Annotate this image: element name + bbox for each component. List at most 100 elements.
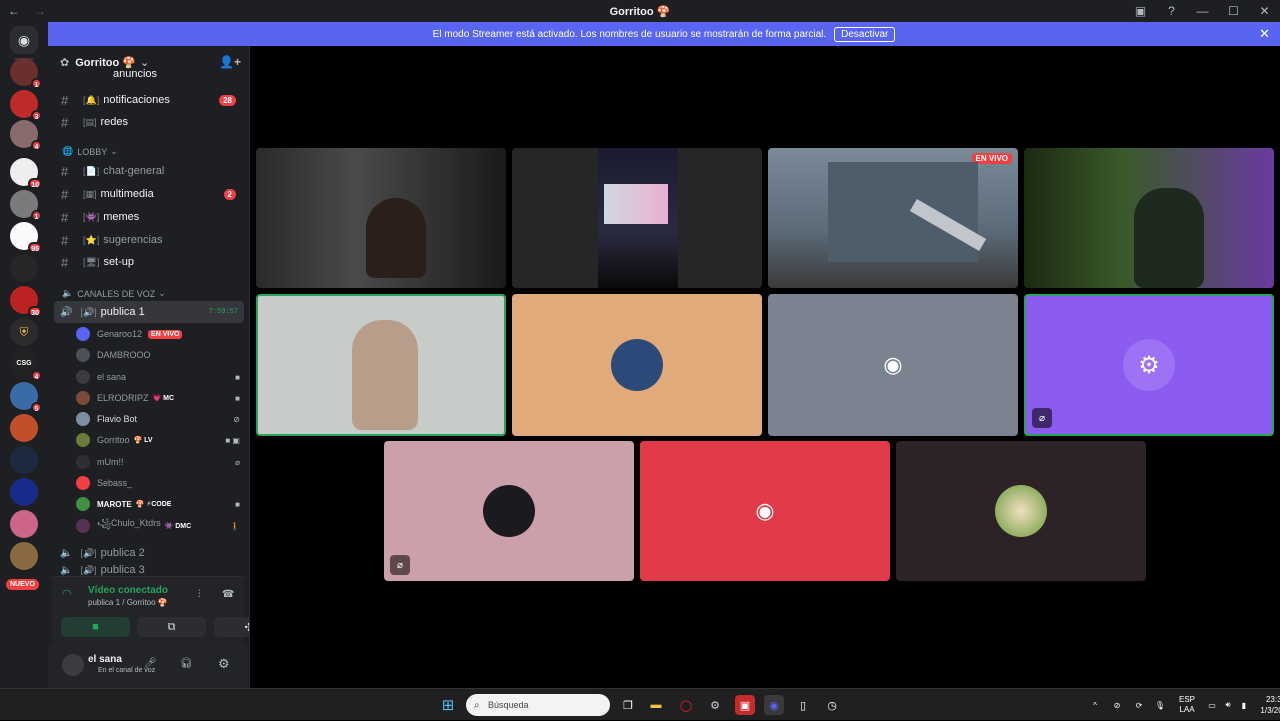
taskbar-search[interactable]: ⌕ Búsqueda: [466, 694, 610, 716]
voice-channel-publica-3[interactable]: 🔈 [🔊] publica 3: [48, 564, 248, 576]
channel-memes[interactable]: # [👾] memes: [48, 206, 248, 228]
avatar: [76, 519, 90, 533]
video-tile[interactable]: [256, 148, 506, 288]
server-icon[interactable]: 95: [10, 222, 42, 253]
task-view-icon[interactable]: ❐: [618, 695, 638, 715]
participant-tile[interactable]: [512, 294, 762, 436]
server-list: ◉ 1 3 4 10 1 95 30 ⛨ CSG 4 5 NUEVO: [0, 22, 48, 688]
voice-member[interactable]: MAROTE 🍄 ⚡CODE ■: [76, 494, 246, 514]
server-boost-icon: ✿: [60, 56, 70, 69]
bell-icon: [🔔]: [83, 94, 100, 105]
windows-start-icon[interactable]: ⊞: [438, 695, 458, 715]
channel-anuncios[interactable]: anuncios: [48, 68, 248, 80]
disable-streamer-button[interactable]: Desactivar: [834, 26, 896, 42]
channel-notificaciones[interactable]: # [🔔] notificaciones 28: [48, 89, 248, 111]
discord-home-icon[interactable]: ◉: [10, 26, 38, 54]
close-banner-icon[interactable]: ✕: [1259, 26, 1270, 42]
participant-tile[interactable]: [896, 441, 1146, 581]
app-icon[interactable]: ◷: [822, 695, 842, 715]
participant-tile[interactable]: ⌀: [384, 441, 634, 581]
category-voice[interactable]: 🔈 CANALES DE VOZ ⌄: [62, 288, 166, 299]
video-tile[interactable]: [256, 294, 506, 436]
mic-tray-icon[interactable]: 🎙︎: [1150, 701, 1170, 710]
voice-member[interactable]: Sebass_: [76, 473, 246, 493]
channel-redes[interactable]: # [▤] redes: [48, 111, 248, 133]
inbox-icon[interactable]: ▣: [1125, 4, 1156, 18]
voice-member[interactable]: ꧁Chulo_Ktdrs 👾 DMC 🚶: [76, 516, 246, 536]
game-app-icon[interactable]: ▣: [735, 695, 755, 715]
channel-multimedia[interactable]: # [▦] multimedia 2: [48, 183, 248, 205]
settings-icon[interactable]: ⚙: [218, 656, 230, 672]
voice-member[interactable]: Flavio Bot ⊘: [76, 409, 246, 429]
volume-icon[interactable]: 🔊︎: [1220, 700, 1236, 710]
server-icon[interactable]: 4: [10, 120, 42, 151]
video-tile[interactable]: [1024, 148, 1274, 288]
language-indicator[interactable]: ESP LAA: [1170, 695, 1204, 715]
server-icon[interactable]: [10, 254, 38, 282]
speaker-icon: [🔊]: [80, 547, 97, 558]
participant-tile[interactable]: ◉: [768, 294, 1018, 436]
server-icon[interactable]: 30: [10, 286, 42, 317]
share-screen-button[interactable]: ⧉: [137, 617, 206, 637]
voice-member[interactable]: Genaroo12 EN VIVO: [76, 324, 246, 344]
discord-taskbar-icon[interactable]: ◉: [764, 695, 784, 715]
disconnect-icon[interactable]: ☎: [222, 589, 234, 600]
voice-member[interactable]: Gorritoo 🍄 LV ■ ▣: [76, 430, 246, 450]
category-lobby[interactable]: 🌐 LOBBY ⌄: [62, 146, 118, 157]
server-icon[interactable]: 1: [10, 58, 42, 89]
voice-member[interactable]: DAMBROOO: [76, 345, 246, 365]
avatar[interactable]: [62, 654, 84, 676]
battery-icon[interactable]: ▮: [1236, 701, 1252, 710]
help-icon[interactable]: ?: [1156, 4, 1187, 18]
channel-chat-general[interactable]: # [📄] chat-general: [48, 160, 248, 182]
server-icon[interactable]: [10, 446, 38, 474]
close-window-icon[interactable]: ✕: [1249, 4, 1280, 18]
participant-tile[interactable]: ⚙ ⌀: [1024, 294, 1274, 436]
display-icon[interactable]: ▭: [1204, 701, 1220, 710]
mention-badge: 2: [223, 188, 236, 200]
headphones-icon[interactable]: 🎧︎: [180, 658, 193, 669]
sync-icon[interactable]: ⟳: [1128, 701, 1150, 710]
opera-icon[interactable]: ◯: [676, 695, 696, 715]
server-icon[interactable]: [10, 414, 38, 442]
server-icon[interactable]: 5: [10, 382, 42, 413]
channel-set-up[interactable]: # [🖥] set-up: [48, 251, 248, 273]
minimize-icon[interactable]: —: [1187, 4, 1218, 18]
avatar: [76, 455, 90, 469]
clock[interactable]: 23:341/3/2026: [1252, 694, 1280, 716]
server-icon[interactable]: ⛨: [10, 318, 38, 346]
text-channel-icon: #: [61, 92, 69, 108]
epic-games-icon[interactable]: ▯: [793, 695, 813, 715]
steam-icon[interactable]: ⚙: [705, 695, 725, 715]
add-member-icon[interactable]: 👤+: [219, 55, 241, 69]
file-explorer-icon[interactable]: ▬: [646, 695, 666, 715]
server-icon[interactable]: [10, 510, 38, 538]
voice-member[interactable]: ELRODRIPZ 💗 MC ■: [76, 388, 246, 408]
network-icon[interactable]: ⊘: [1106, 701, 1128, 710]
maximize-icon[interactable]: ☐: [1218, 4, 1249, 18]
stream-tile[interactable]: EN VIVO: [768, 148, 1018, 288]
voice-member[interactable]: mUm!! ⌀: [76, 452, 246, 472]
back-icon[interactable]: ←: [6, 4, 22, 18]
chevron-up-icon[interactable]: ^: [1084, 701, 1106, 710]
server-icon[interactable]: [10, 542, 38, 570]
channel-sugerencias[interactable]: # [⭐] sugerencias: [48, 229, 248, 251]
noise-suppression-icon[interactable]: ⫶: [198, 589, 201, 600]
server-icon[interactable]: [10, 478, 38, 506]
avatar: [76, 327, 90, 341]
webcam-feed: [1134, 188, 1204, 288]
stream-tile[interactable]: [512, 148, 762, 288]
participant-tile[interactable]: ◉: [640, 441, 890, 581]
voice-channel-publica-2[interactable]: 🔈 [🔊] publica 2: [48, 542, 248, 564]
voice-location[interactable]: publica 1 / Gorritoo 🍄: [88, 598, 168, 607]
activities-button[interactable]: ✣: [214, 617, 249, 637]
microphone-icon[interactable]: 🎤︎: [144, 658, 157, 669]
voice-member[interactable]: el sana ■: [76, 367, 246, 387]
server-icon[interactable]: 1: [10, 190, 42, 221]
server-icon[interactable]: 10: [10, 158, 42, 189]
voice-channel-publica-1[interactable]: 🔊 [🔊] publica 1 7:59:57: [54, 301, 244, 323]
forward-icon[interactable]: →: [32, 4, 48, 18]
server-icon[interactable]: CSG 4: [10, 350, 42, 381]
camera-button[interactable]: ■: [61, 617, 130, 637]
server-icon[interactable]: 3: [10, 90, 42, 121]
